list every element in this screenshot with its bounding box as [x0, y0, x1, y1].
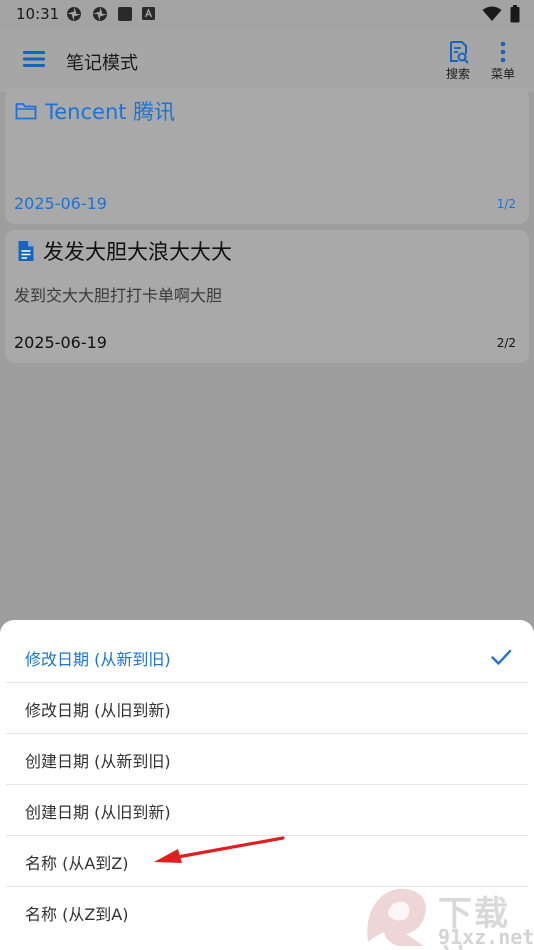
wifi-icon — [482, 6, 502, 21]
status-bar: 10:31 — [0, 0, 534, 28]
annotation-arrow-icon — [154, 836, 285, 863]
more-vertical-icon — [500, 41, 506, 63]
search-button[interactable]: 搜索 — [436, 40, 480, 84]
note-title: 发发大胆大浪大大大 — [17, 236, 232, 266]
sort-option-modified-newest[interactable]: 修改日期 (从新到旧) — [6, 632, 528, 683]
page-title: 笔记模式 — [66, 53, 138, 74]
sort-option-created-oldest[interactable]: 创建日期 (从旧到新) — [6, 785, 528, 836]
note-date: 2025-06-19 — [14, 194, 107, 213]
note-page-index: 1/2 — [496, 197, 516, 211]
note-page-index: 2/2 — [496, 336, 516, 350]
search-icon — [450, 41, 469, 64]
note-card[interactable]: Tencent 腾讯 2025-06-19 1/2 — [5, 88, 529, 224]
battery-icon — [510, 5, 520, 23]
pinwheel-icon — [67, 7, 81, 21]
note-title: Tencent 腾讯 — [15, 96, 175, 126]
note-card[interactable]: 发发大胆大浪大大大 发到交大大胆打打卡单啊大胆 2025-06-19 2/2 — [5, 230, 529, 363]
overflow-menu-button[interactable]: 菜单 — [481, 40, 525, 84]
note-preview: 发到交大大胆打打卡单啊大胆 — [14, 286, 223, 305]
status-time: 10:31 — [16, 5, 60, 23]
square-icon — [118, 7, 132, 21]
hamburger-menu-icon[interactable] — [23, 50, 45, 68]
app-bar: 笔记模式 搜索 菜单 — [0, 28, 534, 92]
document-icon — [18, 241, 34, 261]
menu-label: 菜单 — [490, 67, 515, 81]
check-icon — [491, 649, 512, 665]
search-label: 搜索 — [445, 67, 470, 81]
folder-icon — [15, 103, 37, 120]
status-right-icons — [482, 5, 520, 23]
sort-option-created-newest[interactable]: 创建日期 (从新到旧) — [6, 734, 528, 785]
note-date: 2025-06-19 — [14, 333, 107, 352]
sort-option-modified-oldest[interactable]: 修改日期 (从旧到新) — [6, 683, 528, 734]
a-badge-icon — [142, 7, 155, 20]
watermark-url: 91xz.net — [438, 925, 534, 949]
pinwheel-icon — [93, 7, 107, 21]
